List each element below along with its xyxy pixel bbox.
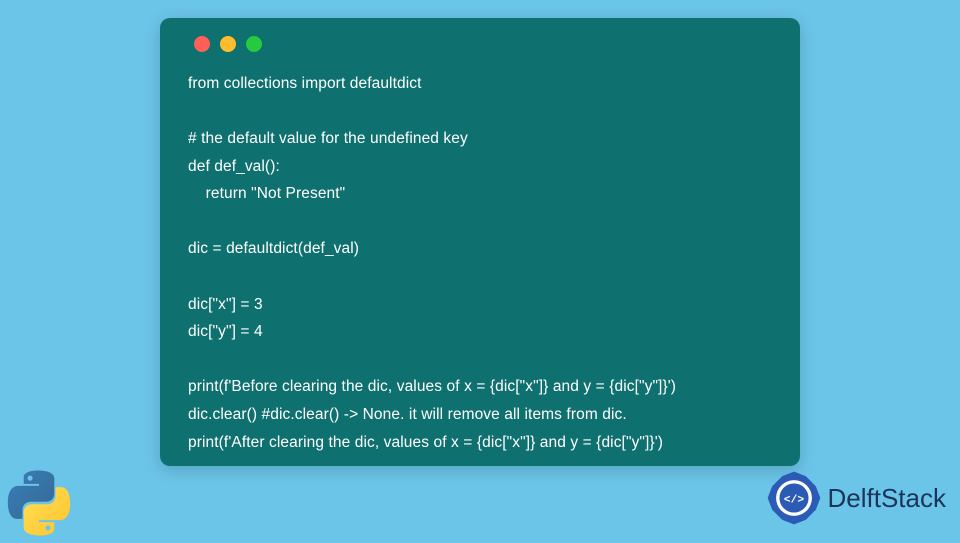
maximize-icon (246, 36, 262, 52)
window-controls (194, 36, 772, 52)
close-icon (194, 36, 210, 52)
code-block: from collections import defaultdict # th… (188, 70, 772, 456)
delft-gear-icon: </> (766, 470, 822, 526)
python-logo-icon (4, 468, 74, 538)
brand-name: DelftStack (828, 483, 947, 514)
svg-text:</>: </> (783, 494, 803, 506)
code-window: from collections import defaultdict # th… (160, 18, 800, 466)
brand-badge: </> DelftStack (766, 470, 947, 526)
minimize-icon (220, 36, 236, 52)
